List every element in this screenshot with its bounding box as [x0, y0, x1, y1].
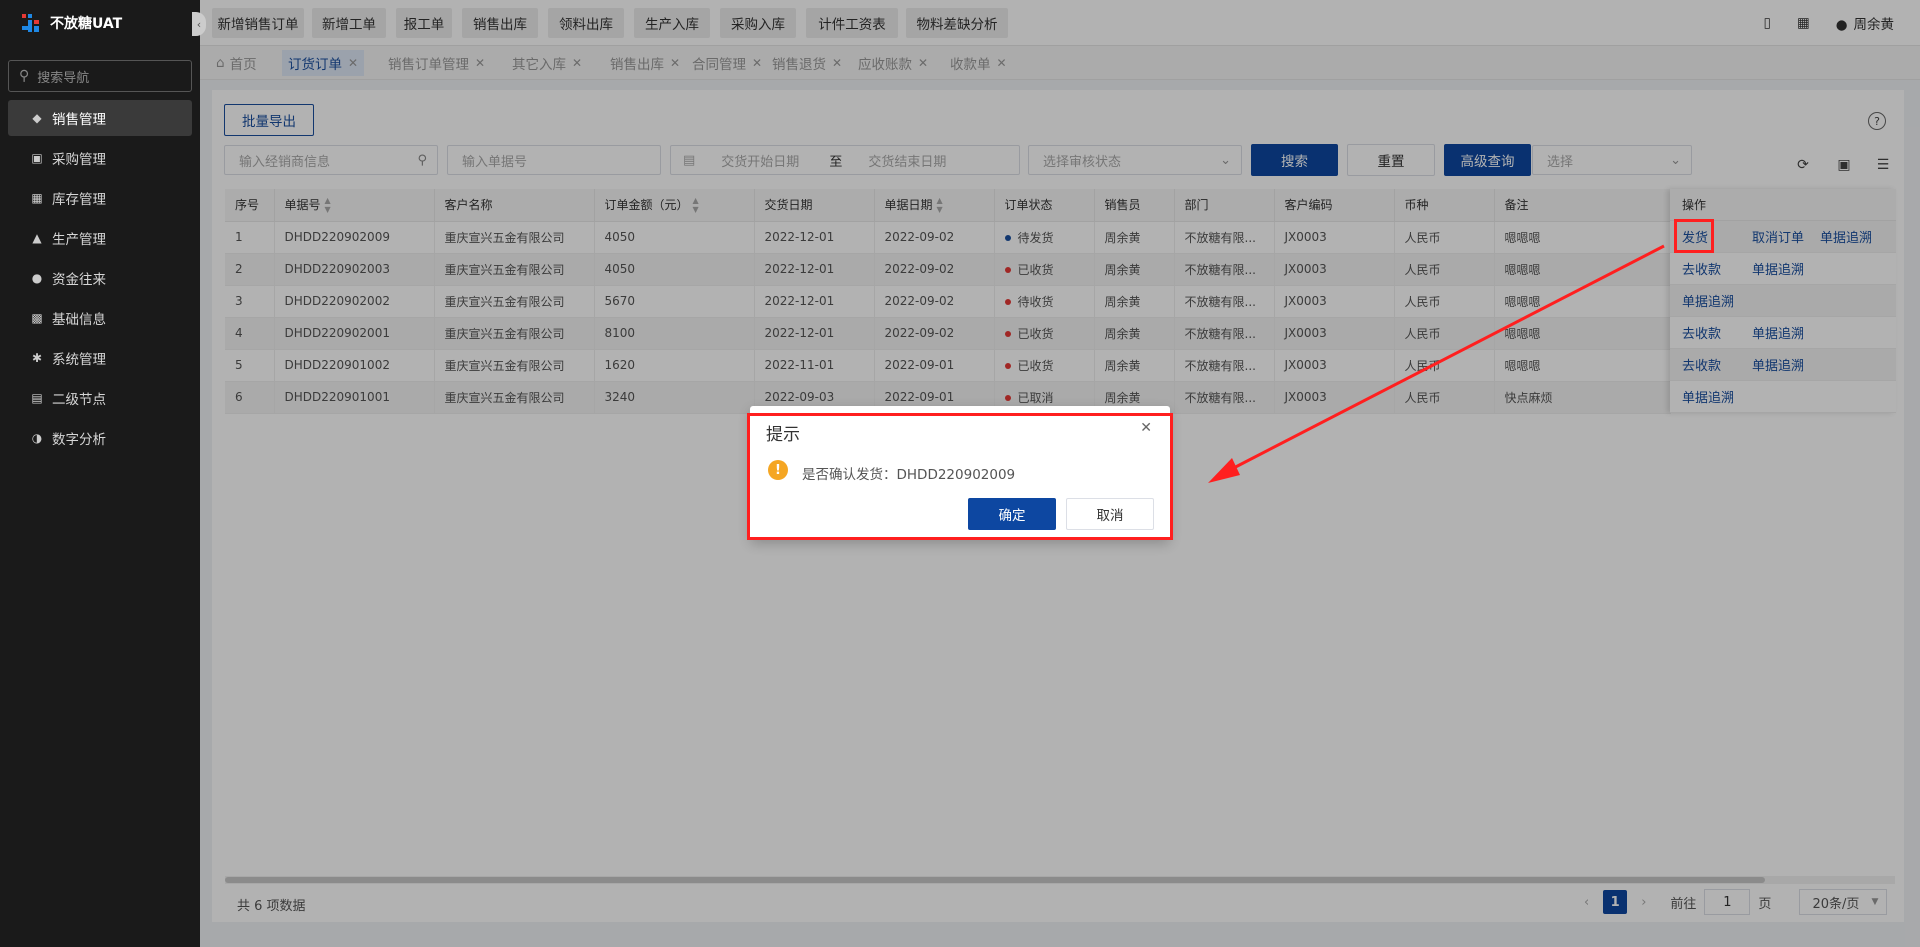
sidebar-item-2[interactable]: ▦ 库存管理 [8, 180, 192, 216]
sidebar-item-label: 生产管理 [52, 232, 106, 248]
money-icon: ● [31, 271, 43, 285]
factory-icon: ▲ [32, 231, 42, 245]
logo-icon [20, 12, 42, 34]
sidebar-item-label: 资金往来 [52, 272, 106, 288]
search-icon: ⚲ [19, 68, 30, 84]
sidebar-item-label: 二级节点 [52, 392, 106, 408]
grid-icon: ▩ [31, 311, 43, 325]
app-title: 不放糖UAT [50, 16, 123, 32]
sidebar-item-label: 数字分析 [52, 432, 106, 448]
settings-icon: ✱ [31, 351, 43, 365]
nav-search-placeholder: 搜索导航 [37, 70, 90, 86]
sidebar-item-3[interactable]: ▲ 生产管理 [8, 220, 192, 256]
tag-icon: ◆ [32, 111, 42, 125]
pie-chart-icon: ◑ [31, 431, 43, 445]
cart-icon: ▣ [31, 151, 43, 165]
sidebar: 不放糖UAT ⚲ 搜索导航 ◆ 销售管理 ▣ 采购管理 ▦ 库存管理 ▲ 生产管理 ● 资金往来 ▩… [0, 0, 200, 947]
warning-icon: ! [768, 460, 788, 480]
sidebar-item-label: 销售管理 [52, 112, 106, 128]
sidebar-item-0[interactable]: ◆ 销售管理 [8, 100, 192, 136]
sidebar-item-1[interactable]: ▣ 采购管理 [8, 140, 192, 176]
sidebar-item-7[interactable]: ▤ 二级节点 [8, 380, 192, 416]
nav-search-input[interactable]: ⚲ 搜索导航 [8, 60, 192, 92]
confirm-dialog: 提示 ✕ ! 是否确认发货：DHDD220902009 确定 取消 [750, 406, 1170, 540]
sidebar-item-label: 采购管理 [52, 152, 106, 168]
dialog-title: 提示 [766, 425, 800, 445]
sidebar-item-5[interactable]: ▩ 基础信息 [8, 300, 192, 336]
cancel-button[interactable]: 取消 [1066, 498, 1154, 530]
sidebar-menu: ◆ 销售管理 ▣ 采购管理 ▦ 库存管理 ▲ 生产管理 ● 资金往来 ▩ 基础信息 ✱ 系统管理 ▤ 二级节点… [0, 100, 200, 456]
warehouse-icon: ▦ [31, 191, 43, 205]
confirm-button[interactable]: 确定 [968, 498, 1056, 530]
document-icon: ▤ [31, 391, 43, 405]
dialog-message: 是否确认发货：DHDD220902009 [802, 467, 1016, 483]
close-icon[interactable]: ✕ [1140, 420, 1152, 436]
sidebar-item-label: 基础信息 [52, 312, 106, 328]
sidebar-item-label: 系统管理 [52, 352, 106, 368]
sidebar-item-label: 库存管理 [52, 192, 106, 208]
sidebar-item-8[interactable]: ◑ 数字分析 [8, 420, 192, 456]
app-logo[interactable]: 不放糖UAT [0, 0, 200, 46]
sidebar-item-4[interactable]: ● 资金往来 [8, 260, 192, 296]
chevron-left-icon: ‹ [196, 17, 202, 31]
sidebar-item-6[interactable]: ✱ 系统管理 [8, 340, 192, 376]
